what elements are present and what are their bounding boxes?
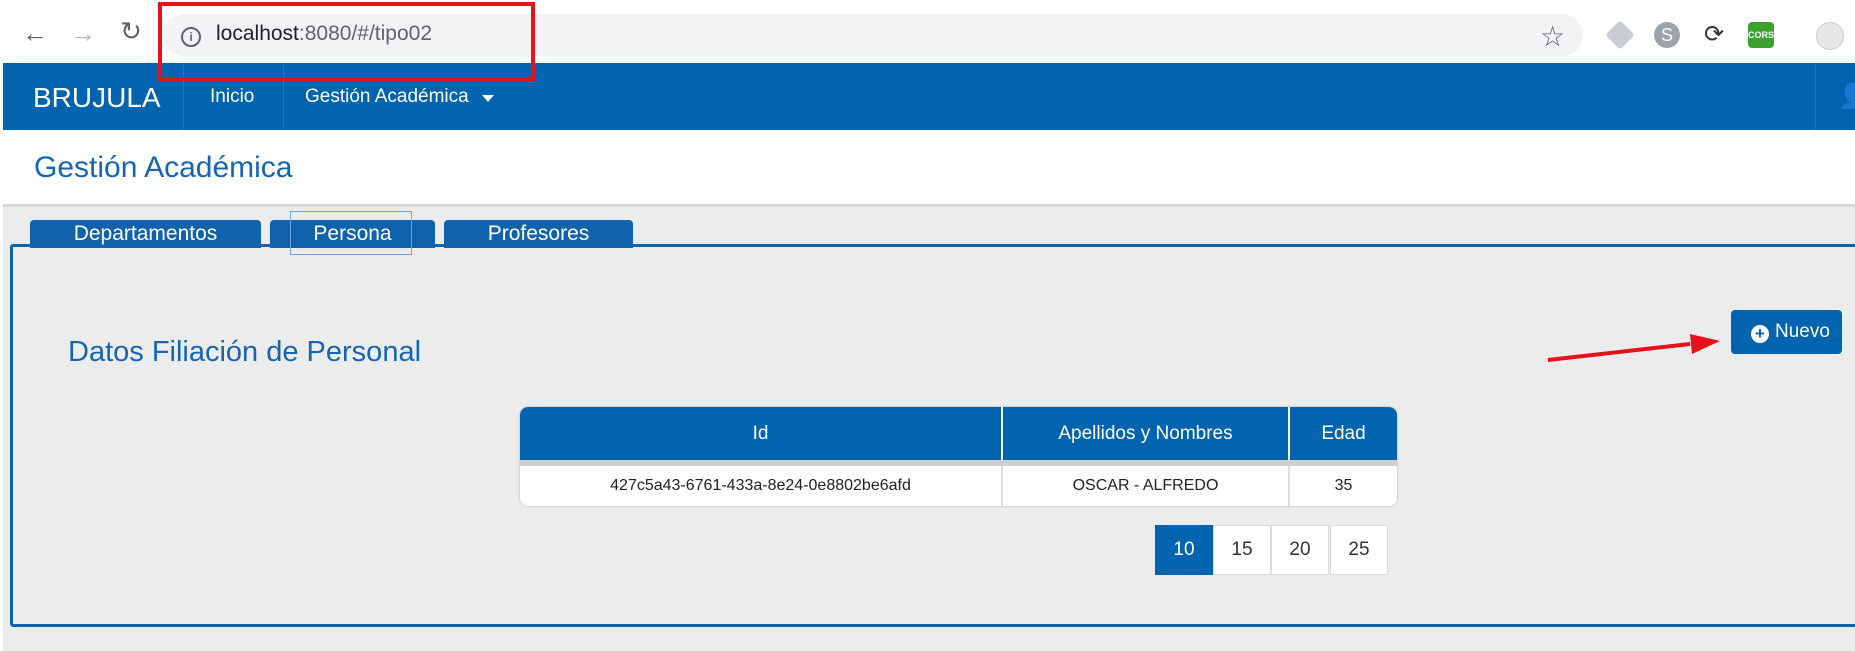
caret-down-icon[interactable] [482,95,494,102]
forward-arrow-icon[interactable]: → [68,20,98,46]
table-cell-id: 427c5a43-6761-433a-8e24-0e8802be6afd [610,477,911,494]
plus-circle-icon: + [1751,325,1769,343]
table-cell-nombres: OSCAR - ALFREDO [1072,477,1219,494]
page-title: Gestión Académica [34,151,293,184]
nav-divider [1815,63,1816,130]
new-button-label: Nuevo [1775,321,1830,342]
column-header-nombres[interactable]: Apellidos y Nombres [1003,407,1288,460]
column-header-edad[interactable]: Edad [1290,407,1397,460]
annotation-arrow-icon [1547,334,1720,362]
profile-avatar-icon[interactable] [1816,22,1844,50]
bookmark-star-icon[interactable]: ☆ [1540,20,1565,53]
reload-icon[interactable]: ↻ [116,18,146,44]
nav-item-gestion-academica[interactable]: Gestión Académica [305,86,469,108]
page-size-25[interactable]: 25 [1330,525,1388,575]
persons-table: Id Apellidos y Nombres Edad 427c5a43-676… [520,407,1397,506]
annotation-highlight-box [158,2,535,81]
user-icon[interactable]: 👤 [1838,82,1855,111]
skype-extension-icon[interactable]: S [1654,22,1680,48]
back-arrow-icon[interactable]: ← [20,20,50,46]
column-header-id[interactable]: Id [520,407,1001,460]
page-size-20[interactable]: 20 [1271,525,1329,575]
tab-profesores[interactable]: Profesores [444,220,633,248]
tab-departamentos[interactable]: Departamentos [30,220,261,248]
cors-extension-icon[interactable]: CORS [1748,22,1774,48]
table-cell-edad: 35 [1334,477,1353,494]
page-size-15[interactable]: 15 [1213,525,1271,575]
nav-item-inicio[interactable]: Inicio [210,86,254,108]
new-button[interactable]: + Nuevo [1731,310,1842,354]
section-title: Datos Filiación de Personal [68,336,422,368]
page-size-10[interactable]: 10 [1155,525,1213,575]
sync-extension-icon[interactable]: ⟳ [1701,22,1727,48]
brand-logo[interactable]: BRUJULA [33,82,161,114]
tab-focus-ring [290,211,412,255]
